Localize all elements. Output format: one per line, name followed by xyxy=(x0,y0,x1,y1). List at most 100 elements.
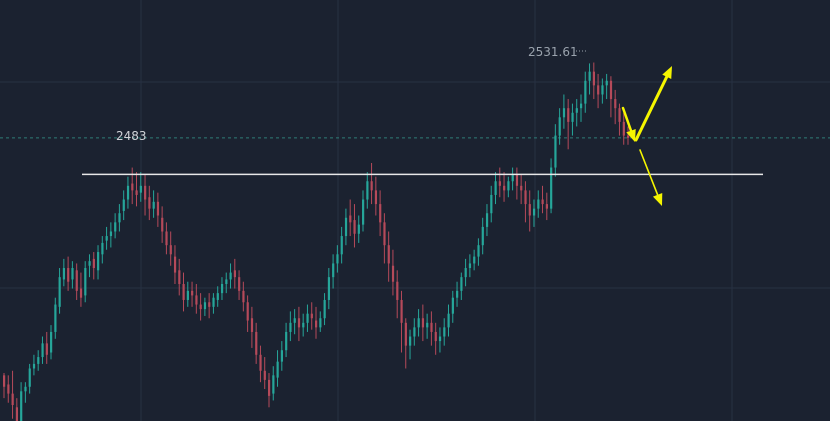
candle-body xyxy=(58,277,61,307)
candle-body xyxy=(280,350,284,362)
candle-body xyxy=(387,245,390,264)
candle-body xyxy=(84,268,87,296)
candle-body xyxy=(250,318,254,332)
candle-body xyxy=(357,224,360,234)
candle-body xyxy=(468,263,472,269)
candle-body xyxy=(447,313,450,328)
candle-body xyxy=(575,108,578,113)
candle-body xyxy=(490,194,493,214)
candle-body xyxy=(332,263,335,278)
candle-body xyxy=(71,268,74,280)
candle-body xyxy=(588,71,591,81)
candle-body xyxy=(622,121,625,136)
candle-body xyxy=(161,217,164,232)
candle-body xyxy=(105,236,108,241)
candle-body xyxy=(396,281,399,300)
candle-body xyxy=(15,407,19,421)
candle-body xyxy=(191,290,194,296)
candle-body xyxy=(148,197,151,209)
candle-body xyxy=(558,117,561,136)
candle-body xyxy=(477,245,480,257)
candle-body xyxy=(349,215,352,223)
candle-body xyxy=(524,190,527,205)
candle-body xyxy=(400,299,403,323)
candle-body xyxy=(319,318,322,328)
candle-body xyxy=(379,204,382,223)
candle-body xyxy=(62,268,66,280)
candle-body xyxy=(366,181,369,200)
candle-body xyxy=(246,302,249,321)
candle-body xyxy=(79,288,83,298)
candle-body xyxy=(199,304,202,310)
candle-body xyxy=(203,302,207,310)
candle-body xyxy=(567,108,570,122)
candle-body xyxy=(285,331,288,351)
candle-body xyxy=(413,327,416,337)
chart-canvas[interactable]: 2483 2531.61 xyxy=(0,0,830,421)
candle-body xyxy=(182,284,185,300)
candle-body xyxy=(562,108,566,118)
candle-body xyxy=(272,375,275,394)
candle-body xyxy=(323,299,326,319)
candle-body xyxy=(571,112,574,122)
candle-body xyxy=(238,277,241,291)
candle-body xyxy=(460,277,463,291)
candle-body xyxy=(92,258,95,269)
candle-body xyxy=(494,181,497,195)
candle-body xyxy=(306,313,309,323)
candle-body xyxy=(41,343,44,358)
candle-body xyxy=(97,252,100,271)
candle-body xyxy=(242,290,245,303)
candle-body xyxy=(456,290,459,298)
candle-body xyxy=(515,174,519,186)
candle-body xyxy=(126,185,130,200)
candle-body xyxy=(75,270,78,291)
candle-body xyxy=(532,208,536,216)
candle-body xyxy=(374,190,378,205)
candle-body xyxy=(421,318,425,328)
candle-body xyxy=(362,199,365,225)
candle-body xyxy=(208,302,211,307)
candle-body xyxy=(7,384,10,394)
candle-body xyxy=(426,322,429,328)
candle-body xyxy=(67,268,70,282)
candle-body xyxy=(118,213,121,223)
candle-body xyxy=(511,174,514,182)
candle-body xyxy=(498,181,501,186)
candle-body xyxy=(289,322,292,332)
candle-body xyxy=(178,270,181,284)
candle-body xyxy=(152,201,155,209)
candle-body xyxy=(310,313,313,319)
candle-body xyxy=(430,322,433,332)
candle-body xyxy=(88,261,91,266)
candle-body xyxy=(597,85,600,95)
candle-body xyxy=(503,185,506,191)
candle-body xyxy=(263,370,266,380)
candle-body xyxy=(404,322,407,346)
candle-body xyxy=(37,357,40,364)
candle-body xyxy=(109,231,113,237)
candle-body xyxy=(165,231,168,246)
candle-body xyxy=(541,199,544,205)
candle-body xyxy=(485,213,489,227)
candle-body xyxy=(195,295,198,305)
price-chart[interactable]: 2483 2531.61 xyxy=(0,0,830,421)
candle-body xyxy=(169,245,172,255)
candle-body xyxy=(45,343,48,355)
candle-body xyxy=(315,320,318,328)
candle-body xyxy=(220,284,224,294)
candle-body xyxy=(276,361,279,378)
candle-body xyxy=(443,327,446,337)
candle-body xyxy=(507,181,510,191)
candle-body xyxy=(216,293,219,300)
candle-body xyxy=(302,322,305,328)
candle-body xyxy=(255,331,258,355)
candle-body xyxy=(528,204,531,216)
candle-body xyxy=(464,268,467,278)
candle-body xyxy=(144,185,147,200)
candle-body xyxy=(627,135,630,138)
candle-body xyxy=(609,80,613,100)
candle-body xyxy=(20,391,23,421)
candle-body xyxy=(579,103,583,109)
candle-body xyxy=(131,183,134,191)
